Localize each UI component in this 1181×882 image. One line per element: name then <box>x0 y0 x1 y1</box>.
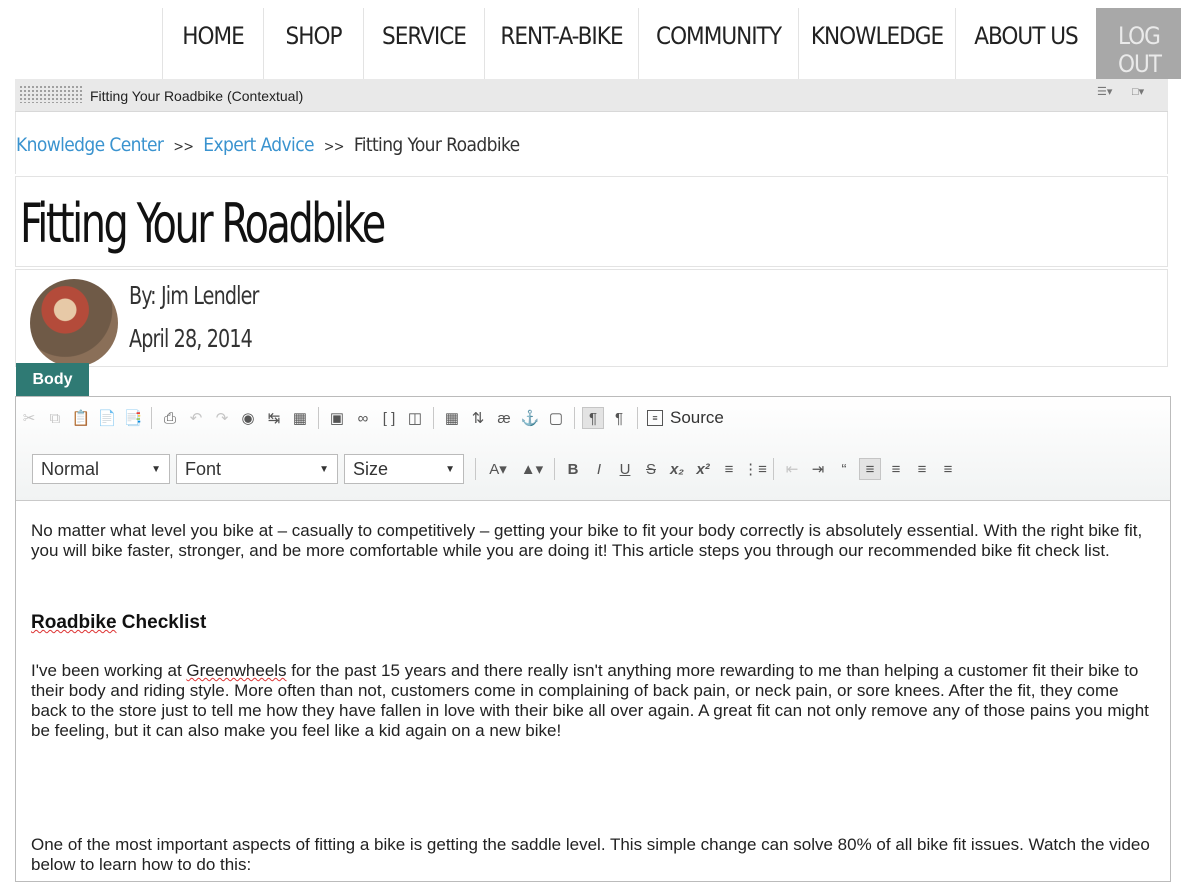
nav-service[interactable]: SERVICE <box>363 8 484 79</box>
saddle-paragraph: One of the most important aspects of fit… <box>31 835 1150 874</box>
heading-rest: Checklist <box>116 612 207 633</box>
panel-options-icon[interactable]: □▾ <box>1132 85 1144 98</box>
toolbar-separator <box>151 407 152 429</box>
toolbar-separator <box>773 458 774 480</box>
copy-icon[interactable]: ⧉ <box>44 407 66 429</box>
underline-icon[interactable]: U <box>614 458 636 480</box>
anchor-icon[interactable]: ⚓ <box>519 407 541 429</box>
special-character-icon[interactable]: æ <box>493 407 515 429</box>
align-center-icon[interactable]: ≡ <box>885 458 907 480</box>
superscript-icon[interactable]: x² <box>692 458 714 480</box>
text-direction-icon[interactable]: ¶ <box>608 407 630 429</box>
paste-text-icon[interactable]: 📄 <box>96 407 118 429</box>
paste-icon[interactable]: 📋 <box>70 407 92 429</box>
editor-toolbar: ✂ ⧉ 📋 📄 📑 ⎙ ↶ ↷ ◉ ↹ ▦ ▣ ∞ [ ] ◫ ▦ ⇅ æ ⚓ … <box>16 397 1170 501</box>
section-heading: Roadbike Checklist <box>31 613 206 633</box>
image-icon[interactable]: ▦ <box>289 407 311 429</box>
author-name: By: Jim Lendler <box>129 281 259 310</box>
justify-icon[interactable]: ≡ <box>937 458 959 480</box>
strikethrough-icon[interactable]: S <box>640 458 662 480</box>
background-color-icon[interactable]: ▲▾ <box>517 458 547 480</box>
toolbar-row-2: Normal ▼ Font ▼ Size ▼ A▾ ▲▾ B I U S x₂ x² … <box>32 453 961 485</box>
sort-icon[interactable]: ⇅ <box>467 407 489 429</box>
chevron-down-icon: ▼ <box>445 463 455 475</box>
page-title: Fitting Your Roadbike <box>20 192 386 255</box>
print-icon[interactable]: ⎙ <box>159 407 181 429</box>
breadcrumb-knowledge-center[interactable]: Knowledge Center <box>16 134 164 156</box>
format-select-value: Normal <box>41 458 100 479</box>
breadcrumb-current: Fitting Your Roadbike <box>353 134 520 156</box>
placeholder-icon[interactable]: [ ] <box>378 407 400 429</box>
top-navigation: HOME SHOP SERVICE RENT-A-BIKE COMMUNITY … <box>0 0 1181 79</box>
subscript-icon[interactable]: x₂ <box>666 458 688 480</box>
contextual-title: Fitting Your Roadbike (Contextual) <box>90 88 304 104</box>
breadcrumb-separator: >> <box>323 139 345 155</box>
breadcrumb-expert-advice[interactable]: Expert Advice <box>203 134 314 156</box>
numbered-list-icon[interactable]: ≡ <box>718 458 740 480</box>
size-select-value: Size <box>353 458 389 479</box>
toolbar-row-1: ✂ ⧉ 📋 📄 📑 ⎙ ↶ ↷ ◉ ↹ ▦ ▣ ∞ [ ] ◫ ▦ ⇅ æ ⚓ … <box>16 403 724 433</box>
page-break-icon[interactable]: ▢ <box>545 407 567 429</box>
align-right-icon[interactable]: ≡ <box>911 458 933 480</box>
source-icon: ≡ <box>647 410 663 426</box>
nav-rent-a-bike[interactable]: RENT-A-BIKE <box>484 8 638 79</box>
drag-handle-icon[interactable] <box>19 85 83 103</box>
blockquote-icon[interactable]: “ <box>833 458 855 480</box>
heading-misspelled-word: Roadbike <box>31 612 117 633</box>
insert-media-icon[interactable]: ▣ <box>326 407 348 429</box>
toolbar-separator <box>475 458 476 480</box>
align-left-icon[interactable]: ≡ <box>859 458 881 480</box>
nav-community[interactable]: COMMUNITY <box>638 8 798 79</box>
nav-logout[interactable]: LOG OUT <box>1096 8 1181 79</box>
publish-date: April 28, 2014 <box>129 324 253 353</box>
redo-icon[interactable]: ↷ <box>211 407 233 429</box>
body-region-tab[interactable]: Body <box>16 363 89 396</box>
link-icon[interactable]: ∞ <box>352 407 374 429</box>
paste-word-icon[interactable]: 📑 <box>122 407 144 429</box>
chevron-down-icon: ▼ <box>151 463 161 475</box>
source-label: Source <box>670 408 724 427</box>
breadcrumb-separator: >> <box>173 139 194 155</box>
decrease-indent-icon[interactable]: ⇤ <box>781 458 803 480</box>
intro-paragraph: No matter what level you bike at – casua… <box>31 521 1143 560</box>
toolbar-separator <box>574 407 575 429</box>
format-select[interactable]: Normal ▼ <box>32 454 170 484</box>
source-button[interactable]: ≡ Source <box>647 408 724 428</box>
show-blocks-icon[interactable]: ¶ <box>582 407 604 429</box>
italic-icon[interactable]: I <box>588 458 610 480</box>
p2-before: I've been working at <box>31 661 187 680</box>
contextual-bar: Fitting Your Roadbike (Contextual) ☰▾ □▾ <box>15 79 1168 112</box>
bulleted-list-icon[interactable]: ⋮≡ <box>743 458 767 480</box>
toolbar-separator <box>433 407 434 429</box>
toolbar-separator <box>637 407 638 429</box>
toolbar-separator <box>318 407 319 429</box>
text-color-icon[interactable]: A▾ <box>483 458 513 480</box>
cut-icon[interactable]: ✂ <box>18 407 40 429</box>
nav-about-us[interactable]: ABOUT US <box>955 8 1096 79</box>
toolbar-separator <box>554 458 555 480</box>
avatar <box>30 279 118 367</box>
nav-knowledge[interactable]: KNOWLEDGE <box>798 8 955 79</box>
rich-text-editor: ✂ ⧉ 📋 📄 📑 ⎙ ↶ ↷ ◉ ↹ ▦ ▣ ∞ [ ] ◫ ▦ ⇅ æ ⚓ … <box>15 396 1171 882</box>
nav-home[interactable]: HOME <box>162 8 263 79</box>
find-icon[interactable]: ◉ <box>237 407 259 429</box>
template-icon[interactable]: ◫ <box>404 407 426 429</box>
increase-indent-icon[interactable]: ⇥ <box>807 458 829 480</box>
experience-paragraph: I've been working at Greenwheels for the… <box>31 661 1151 741</box>
undo-icon[interactable]: ↶ <box>185 407 207 429</box>
replace-icon[interactable]: ↹ <box>263 407 285 429</box>
misspelled-word-greenwheels: Greenwheels <box>186 661 287 680</box>
bold-icon[interactable]: B <box>562 458 584 480</box>
breadcrumb: Knowledge Center >> Expert Advice >> Fitting… <box>16 134 520 156</box>
nav-shop[interactable]: SHOP <box>263 8 363 79</box>
size-select[interactable]: Size ▼ <box>344 454 464 484</box>
list-options-icon[interactable]: ☰▾ <box>1097 85 1112 98</box>
chevron-down-icon: ▼ <box>319 463 329 475</box>
table-icon[interactable]: ▦ <box>441 407 463 429</box>
font-select-value: Font <box>185 458 222 479</box>
font-select[interactable]: Font ▼ <box>176 454 338 484</box>
